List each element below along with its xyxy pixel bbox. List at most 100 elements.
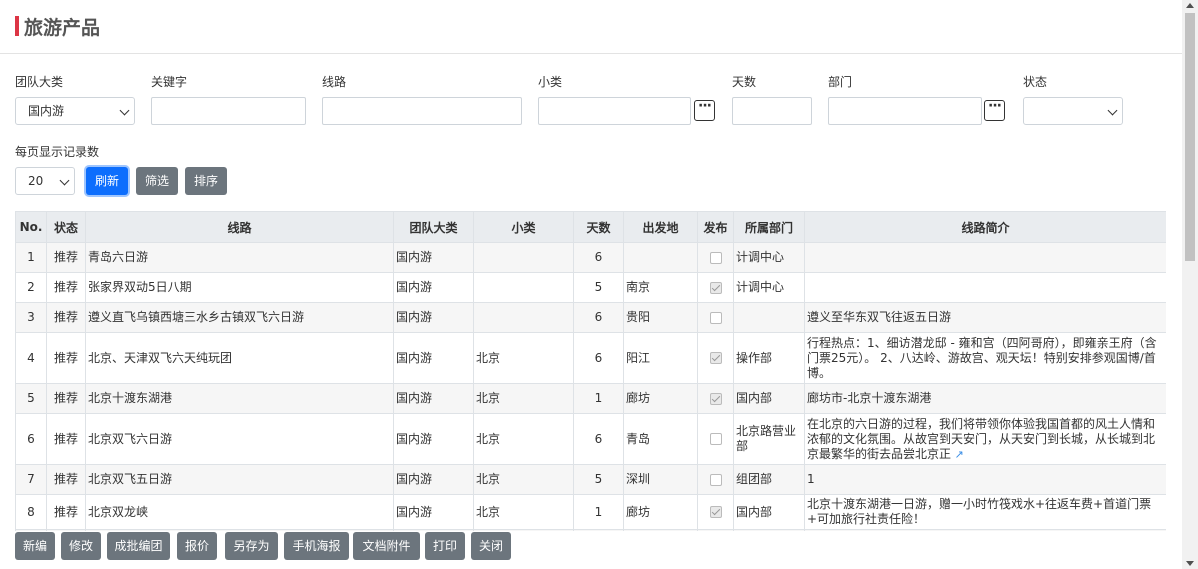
row-published [697, 494, 734, 530]
row-number: 5 [15, 383, 47, 414]
row-number: 7 [15, 464, 47, 495]
row-category: 国内游 [393, 242, 474, 273]
row-days-text: 6 [594, 310, 603, 324]
keyword-label: 关键字 [151, 75, 188, 89]
row-category-text: 国内游 [396, 310, 433, 324]
scroll-down-arrow-icon[interactable] [1186, 561, 1194, 566]
department-picker-button[interactable]: ··· [984, 99, 1005, 121]
subcategory-input[interactable] [538, 97, 691, 125]
quote-button[interactable]: 报价 [177, 532, 217, 560]
table-row[interactable]: 4 推荐 北京、天津双飞六天纯玩团 国内游 北京 6 阳江 操作部 行程热点：1、细访潜龙邸 -… [15, 332, 1166, 384]
row-intro-text: 廊坊市-北京十渡东湖港 [807, 391, 932, 405]
external-link-icon[interactable]: ↗ [951, 448, 964, 461]
col-header-intro[interactable]: 线路简介 [804, 211, 1166, 243]
col-header-no[interactable]: No. [15, 211, 47, 243]
published-checkbox[interactable] [709, 473, 722, 486]
sort-button[interactable]: 排序 [185, 167, 227, 195]
row-intro [804, 242, 1166, 273]
close-button[interactable]: 关闭 [471, 532, 511, 560]
table-row[interactable]: 5 推荐 北京十渡东湖港 国内游 北京 1 廊坊 国内部 廊坊市-北京十渡东湖港 [15, 383, 1166, 414]
row-subcategory: 北京 [473, 494, 574, 530]
row-status-text: 推荐 [53, 250, 78, 264]
col-header-route[interactable]: 线路 [85, 211, 394, 243]
col-header-department[interactable]: 所属部门 [733, 211, 805, 243]
refresh-button[interactable]: 刷新 [86, 167, 128, 195]
keyword-input[interactable] [151, 97, 306, 125]
published-checkbox[interactable] [709, 251, 722, 264]
published-checkbox[interactable] [709, 392, 722, 405]
routes-table: No. 状态 线路 团队大类 小类 天数 出发地 发布 所属部门 线路简介 1 推… [15, 211, 1166, 531]
row-intro-text: 行程热点：1、细访潜龙邸 - 雍和宫（四阿哥府），即雍亲王府（含门票25元）。 … [807, 335, 1157, 380]
row-department-text: 国内部 [736, 391, 773, 405]
col-header-departure[interactable]: 出发地 [623, 211, 698, 243]
row-department: 北京路营业部 [733, 413, 805, 465]
batch-group-button[interactable]: 成批编团 [107, 532, 170, 560]
published-checkbox[interactable] [709, 433, 722, 445]
edit-button[interactable]: 修改 [61, 532, 101, 560]
col-header-days[interactable]: 天数 [573, 211, 624, 243]
subcategory-picker-button[interactable]: ··· [694, 99, 715, 121]
group-category-select[interactable]: 国内游 [15, 97, 135, 125]
table-row[interactable]: 1 推荐 青岛六日游 国内游 6 计调中心 [15, 242, 1166, 273]
scroll-up-arrow-icon[interactable] [1186, 3, 1194, 8]
print-button[interactable]: 打印 [425, 532, 465, 560]
row-department-text: 北京路营业部 [736, 424, 797, 453]
row-route-text: 北京、天津双飞六天纯玩团 [88, 350, 233, 365]
col-header-category[interactable]: 团队大类 [393, 211, 474, 243]
published-checkbox[interactable] [709, 352, 722, 364]
row-route-text: 北京双飞五日游 [88, 472, 173, 486]
row-days: 1 [573, 383, 624, 414]
row-departure [623, 242, 698, 273]
row-subcategory-text: 北京 [476, 431, 501, 446]
row-departure: 深圳 [623, 464, 698, 495]
published-checkbox[interactable] [709, 281, 722, 294]
row-department: 计调中心 [733, 272, 805, 303]
status-select[interactable] [1023, 97, 1123, 125]
table-row[interactable]: 6 推荐 北京双飞六日游 国内游 北京 6 青岛 北京路营业部 在北京的六日游的过程，我们将带领… [15, 413, 1166, 465]
col-header-subcategory[interactable]: 小类 [473, 211, 574, 243]
table-row[interactable]: 3 推荐 遵义直飞乌镇西塘三水乡古镇双飞六日游 国内游 6 贵阳 遵义至华东双飞往返五日游 [15, 302, 1166, 333]
page-size-select[interactable]: 20 [15, 167, 75, 195]
route-input[interactable] [322, 97, 522, 125]
row-departure: 廊坊 [623, 494, 698, 530]
status-label: 状态 [1023, 75, 1048, 89]
col-header-published[interactable]: 发布 [697, 211, 734, 243]
row-departure-text: 阳江 [626, 350, 651, 365]
save-as-button[interactable]: 另存为 [225, 532, 278, 560]
row-intro: 1 [804, 464, 1166, 495]
published-checkbox[interactable] [709, 311, 722, 324]
row-departure: 南京 [623, 272, 698, 303]
page-size-label: 每页显示记录数 [15, 145, 100, 159]
row-number-text: 7 [27, 472, 35, 486]
filter-button[interactable]: 筛选 [136, 167, 178, 195]
new-button[interactable]: 新编 [15, 532, 55, 560]
vertical-scrollbar[interactable] [1182, 0, 1198, 569]
row-category-text: 国内游 [396, 472, 433, 486]
row-status-text: 推荐 [53, 472, 78, 486]
attachments-button[interactable]: 文档附件 [353, 532, 420, 560]
scrollbar-thumb[interactable] [1185, 13, 1195, 261]
row-status: 推荐 [46, 464, 86, 495]
row-departure-text: 青岛 [626, 431, 651, 446]
row-subcategory: 北京 [473, 383, 574, 414]
published-checkbox[interactable] [709, 506, 722, 518]
mobile-poster-button[interactable]: 手机海报 [284, 532, 349, 560]
row-status-text: 推荐 [53, 431, 78, 446]
row-number-text: 1 [27, 250, 35, 264]
page-title: 旅游产品 [24, 17, 101, 39]
row-published [697, 332, 734, 384]
route-label: 线路 [322, 75, 347, 89]
chevron-down-icon [119, 105, 130, 116]
row-number: 6 [15, 413, 47, 465]
department-input[interactable] [828, 97, 982, 125]
page: 旅游产品 团队大类 关键字 线路 小类 天数 部门 状态 国内游 ··· ···… [0, 0, 1198, 569]
days-input[interactable] [732, 97, 812, 125]
table-row[interactable]: 8 推荐 北京双龙峡 国内游 北京 1 廊坊 国内部 北京十渡东湖港一日游，赠一小时竹筏戏水+往… [15, 494, 1166, 530]
row-status: 推荐 [46, 242, 86, 273]
row-subcategory [473, 272, 574, 303]
table-row[interactable]: 7 推荐 北京双飞五日游 国内游 北京 5 深圳 组团部 1 [15, 464, 1166, 495]
col-header-status[interactable]: 状态 [46, 211, 86, 243]
row-intro: 北京十渡东湖港一日游，赠一小时竹筏戏水+往返车费+首道门票+可加旅行社责任险！ [804, 494, 1166, 530]
row-category: 国内游 [393, 383, 474, 414]
table-row[interactable]: 2 推荐 张家界双动5日八期 国内游 5 南京 计调中心 [15, 272, 1166, 303]
